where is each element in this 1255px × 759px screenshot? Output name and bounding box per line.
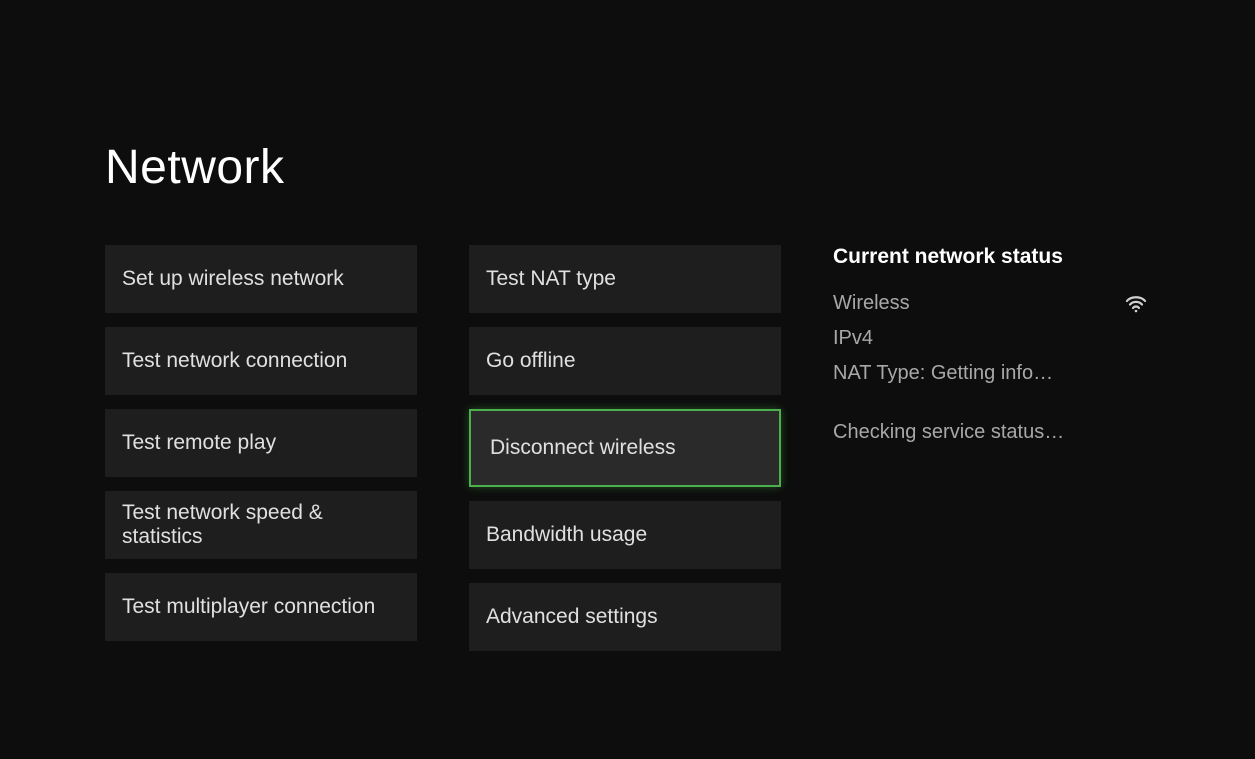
status-panel: Current network status Wireless IPv4 NAT… bbox=[833, 245, 1148, 651]
advanced-settings-button[interactable]: Advanced settings bbox=[469, 583, 781, 651]
menu-label: Advanced settings bbox=[486, 605, 658, 629]
nat-type-label: NAT Type: Getting info… bbox=[833, 362, 1148, 385]
bandwidth-usage-button[interactable]: Bandwidth usage bbox=[469, 501, 781, 569]
status-title: Current network status bbox=[833, 245, 1148, 269]
menu-label: Set up wireless network bbox=[122, 267, 344, 291]
menu-label: Test multiplayer connection bbox=[122, 595, 375, 619]
test-multiplayer-button[interactable]: Test multiplayer connection bbox=[105, 573, 417, 641]
menu-label: Go offline bbox=[486, 349, 576, 373]
service-status-label: Checking service status… bbox=[833, 421, 1148, 444]
menu-label: Test network speed & statistics bbox=[122, 501, 400, 549]
test-network-connection-button[interactable]: Test network connection bbox=[105, 327, 417, 395]
connection-type-label: Wireless bbox=[833, 292, 910, 315]
wifi-icon bbox=[1124, 291, 1148, 315]
setup-wireless-button[interactable]: Set up wireless network bbox=[105, 245, 417, 313]
menu-label: Bandwidth usage bbox=[486, 523, 647, 547]
menu-label: Test remote play bbox=[122, 431, 276, 455]
menu-label: Disconnect wireless bbox=[490, 436, 676, 460]
page-title: Network bbox=[105, 140, 1150, 195]
disconnect-wireless-button[interactable]: Disconnect wireless bbox=[469, 409, 781, 487]
menu-label: Test NAT type bbox=[486, 267, 616, 291]
test-speed-statistics-button[interactable]: Test network speed & statistics bbox=[105, 491, 417, 559]
menu-label: Test network connection bbox=[122, 349, 347, 373]
content-area: Set up wireless network Test network con… bbox=[105, 245, 1150, 651]
menu-column-2: Test NAT type Go offline Disconnect wire… bbox=[469, 245, 781, 651]
go-offline-button[interactable]: Go offline bbox=[469, 327, 781, 395]
menu-column-1: Set up wireless network Test network con… bbox=[105, 245, 417, 651]
ip-version-label: IPv4 bbox=[833, 327, 1148, 350]
connection-type-row: Wireless bbox=[833, 291, 1148, 315]
test-remote-play-button[interactable]: Test remote play bbox=[105, 409, 417, 477]
test-nat-type-button[interactable]: Test NAT type bbox=[469, 245, 781, 313]
